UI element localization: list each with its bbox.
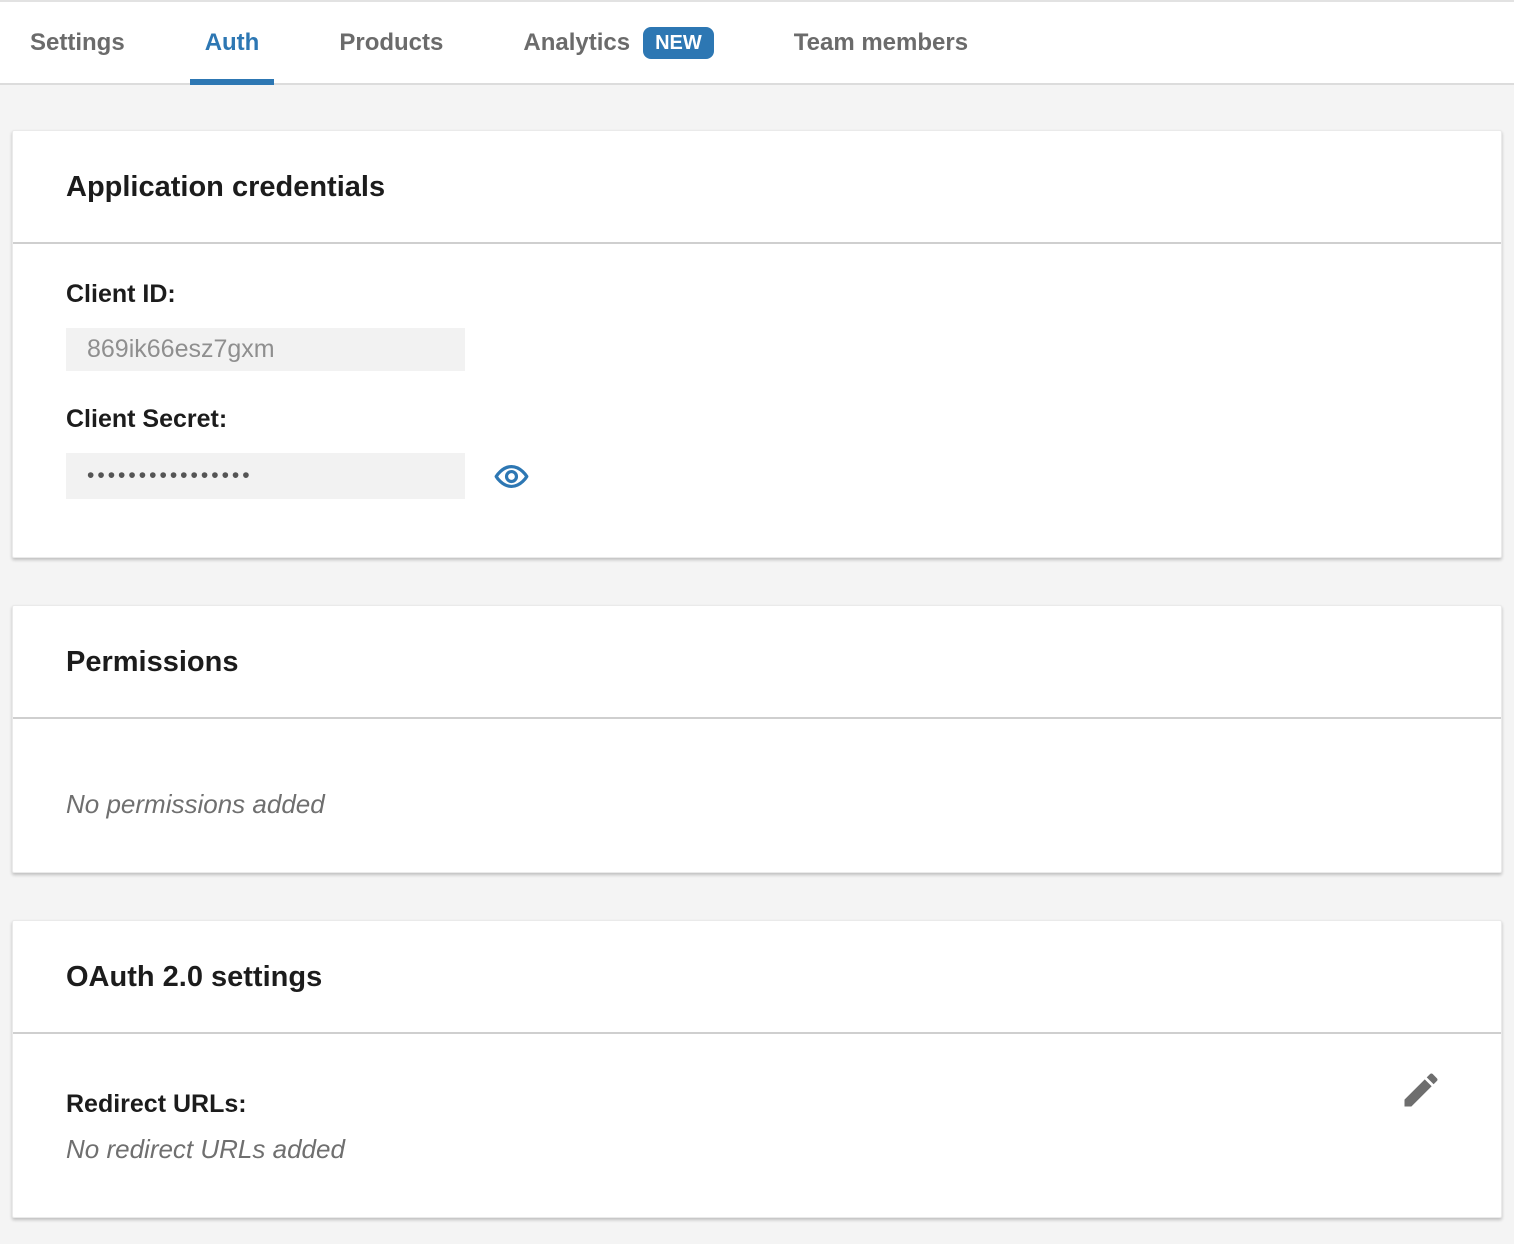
permissions-header: Permissions (13, 606, 1501, 717)
tab-settings-label: Settings (30, 29, 125, 57)
no-permissions-text: No permissions added (66, 789, 1448, 820)
permissions-card: Permissions No permissions added (12, 605, 1502, 873)
tab-bar: Settings Auth Products Analytics NEW Tea… (0, 0, 1514, 85)
client-secret-row: •••••••••••••••• (66, 453, 1448, 499)
client-secret-masked-value: •••••••••••••••• (66, 453, 465, 499)
application-credentials-body: Client ID: 869ik66esz7gxm Client Secret:… (13, 244, 1501, 557)
tab-products[interactable]: Products (339, 2, 443, 83)
oauth-settings-body: Redirect URLs: No redirect URLs added (13, 1034, 1501, 1217)
tab-team-members[interactable]: Team members (794, 2, 968, 83)
redirect-urls-label: Redirect URLs: (66, 1090, 1448, 1119)
tab-analytics-label: Analytics (523, 29, 630, 57)
eye-icon (494, 459, 529, 494)
tab-auth-label: Auth (205, 29, 260, 57)
reveal-secret-button[interactable] (494, 459, 529, 494)
tab-auth[interactable]: Auth (205, 2, 260, 83)
tab-settings[interactable]: Settings (30, 2, 125, 83)
oauth-settings-card: OAuth 2.0 settings Redirect URLs: No red… (12, 920, 1502, 1218)
application-credentials-title: Application credentials (66, 171, 1448, 204)
permissions-title: Permissions (66, 646, 1448, 679)
pencil-icon (1399, 1068, 1443, 1112)
oauth-settings-header: OAuth 2.0 settings (13, 921, 1501, 1032)
application-credentials-card: Application credentials Client ID: 869ik… (12, 130, 1502, 558)
new-badge: NEW (643, 27, 714, 59)
no-redirect-urls-text: No redirect URLs added (66, 1134, 1448, 1165)
oauth-settings-title: OAuth 2.0 settings (66, 961, 1448, 994)
tab-team-members-label: Team members (794, 29, 968, 57)
page-content: Application credentials Client ID: 869ik… (0, 130, 1514, 1218)
tab-analytics[interactable]: Analytics NEW (523, 2, 713, 83)
client-id-value: 869ik66esz7gxm (66, 328, 465, 371)
application-credentials-header: Application credentials (13, 131, 1501, 242)
permissions-body: No permissions added (13, 719, 1501, 872)
tab-products-label: Products (339, 29, 443, 57)
client-secret-label: Client Secret: (66, 405, 1448, 434)
edit-redirect-urls-button[interactable] (1399, 1068, 1443, 1112)
client-id-label: Client ID: (66, 280, 1448, 309)
